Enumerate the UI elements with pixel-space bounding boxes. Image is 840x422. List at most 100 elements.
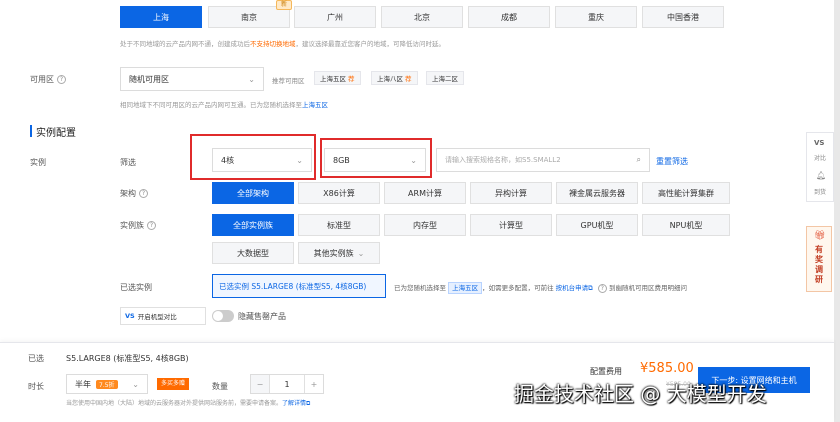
- search-icon[interactable]: ⌕: [637, 155, 641, 165]
- family-gpu[interactable]: GPU机型: [556, 214, 638, 236]
- price-label: 配置费用: [590, 367, 622, 376]
- region-beijing[interactable]: 北京: [381, 6, 463, 28]
- compare-icon: VS: [125, 312, 135, 320]
- region-chongqing[interactable]: 重庆: [555, 6, 637, 28]
- region-guangzhou[interactable]: 广州: [294, 6, 376, 28]
- side-notice-label: 到货: [814, 189, 827, 196]
- price-value: ¥585.00: [640, 361, 694, 376]
- quantity-stepper[interactable]: − 1 +: [250, 374, 324, 394]
- help-icon[interactable]: ?: [147, 221, 156, 230]
- zone-label-wrap: 可用区?: [30, 74, 66, 85]
- footer-selected-value: S5.LARGE8 (标准型S5, 4核8GB): [66, 354, 189, 363]
- family-label-wrap: 实例族?: [120, 220, 156, 231]
- instance-label: 实例: [30, 158, 46, 167]
- zone-hint-link[interactable]: 上海五区: [302, 101, 328, 109]
- zone-tag-2-label: 上海二区: [432, 75, 458, 83]
- zone-select-value: 随机可用区: [129, 74, 169, 84]
- zone-label: 可用区: [30, 75, 54, 84]
- compare-label: 开启机型对比: [137, 313, 177, 321]
- promo-badge: 多买多赠: [157, 378, 190, 390]
- hide-soldout-toggle[interactable]: [212, 310, 234, 322]
- survey-panel[interactable]: 🎁︎ 有奖调研: [806, 226, 832, 292]
- external-link-icon: ⧉: [306, 400, 311, 407]
- family-npu[interactable]: NPU机型: [642, 214, 730, 236]
- duration-select[interactable]: 半年 7.5折 ⌄: [66, 374, 148, 394]
- watermark: 掘金技术社区 @ 大模型开发: [514, 382, 767, 406]
- family-bigdata[interactable]: 大数据型: [212, 242, 294, 264]
- quantity-label: 数量: [212, 382, 228, 391]
- help-icon: ?: [597, 283, 607, 293]
- region-hongkong[interactable]: 中国香港: [642, 6, 724, 28]
- selected-hint-mid: ，如需更多配置，可前往: [482, 284, 554, 292]
- region-hint-warning: 不支持切换地域: [250, 40, 296, 48]
- section-marker: [30, 125, 32, 137]
- arch-arm[interactable]: ARM计算: [384, 182, 466, 204]
- side-float-panel: VS 对比 🔔︎ 到货: [806, 132, 834, 202]
- zone-tag-8[interactable]: 上海八区荐: [371, 71, 418, 85]
- filter-label: 筛选: [120, 158, 136, 167]
- selected-hint-tail: 到幽随机可用区费用明细问: [608, 284, 687, 292]
- family-compute[interactable]: 计算型: [470, 214, 552, 236]
- zone-select[interactable]: 随机可用区 ⌄: [120, 67, 264, 91]
- highlight-cpu: [190, 134, 316, 180]
- quantity-input[interactable]: 1: [269, 375, 305, 393]
- bell-icon[interactable]: 🔔︎: [816, 171, 826, 180]
- chevron-down-icon: ⌄: [248, 74, 255, 84]
- selected-instance-box[interactable]: 已选实例 S5.LARGE8 (标准型S5, 4核8GB): [212, 274, 386, 298]
- duration-label: 时长: [28, 382, 44, 391]
- arch-bare-metal[interactable]: 裸金属云服务器: [556, 182, 638, 204]
- footer-hint-text: 当您使用中国内地（大陆）地域的云服务器对外提供网站服务前，需要申请备案。: [66, 400, 283, 407]
- chevron-down-icon: ⌄: [357, 248, 365, 258]
- spec-search-input[interactable]: 请输入搜索规格名称，如S5.SMALL2 ⌕: [436, 148, 650, 172]
- arch-label-wrap: 架构?: [120, 188, 148, 199]
- help-icon[interactable]: ?: [57, 75, 66, 84]
- apply-by-machine-link[interactable]: 按机台申请: [556, 284, 589, 292]
- arch-x86[interactable]: X86计算: [298, 182, 380, 204]
- help-icon[interactable]: ?: [139, 189, 148, 198]
- learn-more-link[interactable]: 了解详情: [282, 400, 306, 407]
- toggle-knob: [213, 311, 223, 321]
- zone-tag-5-label: 上海五区: [320, 75, 346, 83]
- region-hint-prefix: 处于不同地域的云产品内网不通，创建成功后: [120, 40, 250, 48]
- arch-label: 架构: [120, 189, 136, 198]
- vs-icon[interactable]: VS: [814, 139, 824, 147]
- hide-soldout-label: 隐藏售罄产品: [238, 312, 286, 321]
- compare-toggle-button[interactable]: VS 开启机型对比: [120, 307, 206, 325]
- zone-tag-8-label: 上海八区: [377, 75, 403, 83]
- recommend-icon: 荐: [405, 75, 412, 83]
- chevron-down-icon: ⌄: [132, 379, 139, 389]
- new-badge: 新: [276, 0, 293, 10]
- gift-icon: 🎁︎: [814, 231, 826, 241]
- reset-filter-link[interactable]: 重置筛选: [656, 156, 688, 167]
- quantity-minus-button[interactable]: −: [251, 375, 269, 393]
- zone-tag-2[interactable]: 上海二区: [426, 71, 464, 85]
- arch-hpc[interactable]: 高性能计算集群: [642, 182, 730, 204]
- discount-badge: 7.5折: [96, 379, 118, 389]
- region-hint: 处于不同地域的云产品内网不通，创建成功后不支持切换地域，建议选择最靠近您客户的地…: [120, 38, 445, 48]
- region-chengdu[interactable]: 成都: [468, 6, 550, 28]
- family-all[interactable]: 全部实例族: [212, 214, 294, 236]
- footer-hint: 当您使用中国内地（大陆）地域的云服务器对外提供网站服务前，需要申请备案。了解详情…: [66, 398, 310, 408]
- region-shanghai[interactable]: 上海: [120, 6, 202, 28]
- zone-tag-5[interactable]: 上海五区荐: [314, 71, 361, 85]
- region-nanjing-label: 南京: [241, 12, 257, 22]
- zone-recommend-label: 推荐可用区: [272, 77, 305, 85]
- family-other[interactable]: 其他实例族 ⌄: [298, 242, 380, 264]
- arch-heterogeneous[interactable]: 异构计算: [470, 182, 552, 204]
- recommend-icon: 荐: [348, 75, 355, 83]
- family-other-label: 其他实例族: [313, 248, 354, 258]
- selected-hint-prefix: 已为您随机选择至: [394, 284, 446, 292]
- survey-label: 有奖调研: [815, 245, 823, 284]
- search-placeholder: 请输入搜索规格名称，如S5.SMALL2: [445, 156, 561, 164]
- region-hint-suffix: ，建议选择最靠近您客户的地域，可降低访问时延。: [295, 40, 446, 48]
- section-title: 实例配置: [36, 128, 76, 139]
- duration-value: 半年: [75, 379, 91, 389]
- family-memory[interactable]: 内存型: [384, 214, 466, 236]
- external-link-icon: ⧉: [588, 284, 593, 292]
- footer-selected-label: 已选: [28, 354, 44, 363]
- family-standard[interactable]: 标准型: [298, 214, 380, 236]
- zone-hint: 相同地域下不同可用区的云产品内网可互通。已为您随机选择至上海五区: [120, 99, 328, 109]
- arch-all[interactable]: 全部架构: [212, 182, 294, 204]
- zone-hint-prefix: 相同地域下不同可用区的云产品内网可互通。已为您随机选择至: [120, 101, 302, 109]
- quantity-plus-button[interactable]: +: [305, 375, 323, 393]
